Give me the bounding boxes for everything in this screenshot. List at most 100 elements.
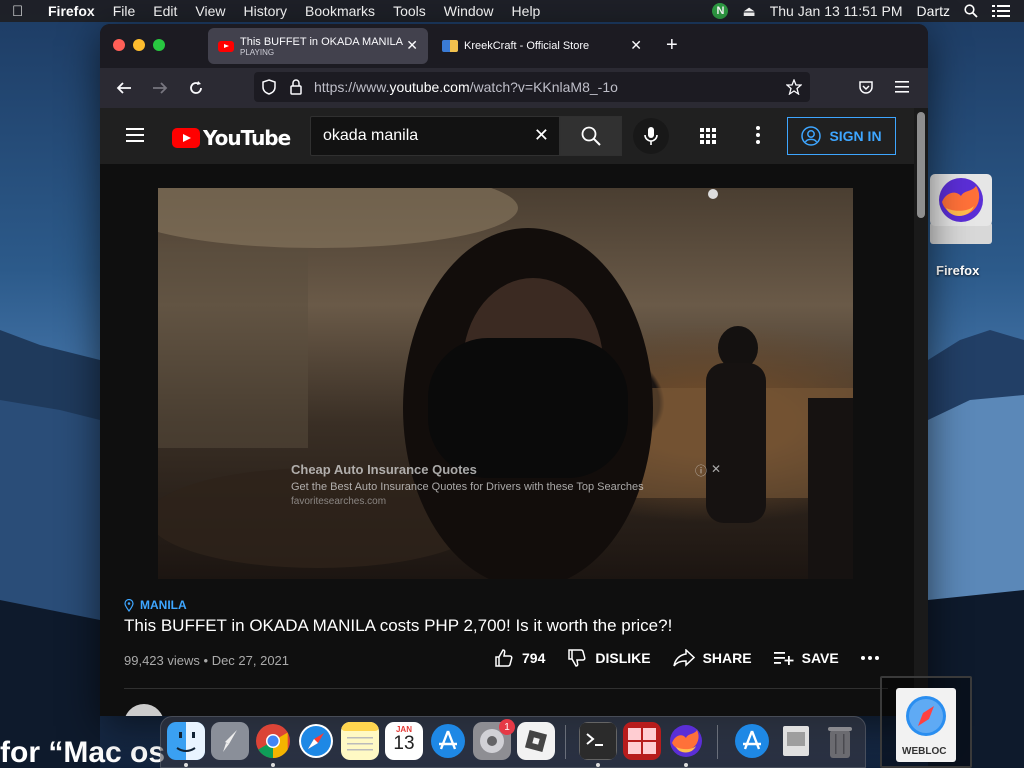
channel-avatar[interactable] xyxy=(124,704,164,716)
running-indicator xyxy=(684,763,688,767)
spotlight-search-icon[interactable] xyxy=(964,4,978,18)
menu-window[interactable]: Window xyxy=(444,3,494,19)
tab-kreekcraft-store[interactable]: KreekCraft - Official Store ✕ xyxy=(432,28,652,64)
video-actions: 794 DISLIKE SHARE SAVE xyxy=(494,648,901,668)
back-arrow-icon[interactable] xyxy=(116,80,132,96)
finder-icon[interactable] xyxy=(167,722,205,760)
video-ad-overlay[interactable]: Cheap Auto Insurance Quotes Get the Best… xyxy=(291,462,731,507)
playlist-add-icon xyxy=(773,652,794,665)
voice-search-button[interactable] xyxy=(633,118,669,154)
pocket-icon[interactable] xyxy=(858,80,874,96)
sign-in-label: SIGN IN xyxy=(829,128,882,144)
chrome-icon[interactable] xyxy=(254,722,292,760)
notes-icon[interactable] xyxy=(341,722,379,760)
app-menu-hamburger-icon[interactable] xyxy=(895,81,909,93)
menu-bookmarks[interactable]: Bookmarks xyxy=(305,3,375,19)
scrollbar-thumb[interactable] xyxy=(917,112,925,218)
address-bar[interactable]: https://www.youtube.com/watch?v=KKnlaM8_… xyxy=(254,72,810,102)
status-n-icon[interactable]: N xyxy=(712,3,729,19)
desktop-webloc-file[interactable]: WEBLOC xyxy=(880,676,972,768)
trash-icon[interactable] xyxy=(821,722,859,760)
ad-description: Get the Best Auto Insurance Quotes for D… xyxy=(291,481,644,493)
webloc-document-icon: WEBLOC xyxy=(896,688,956,762)
sign-in-button[interactable]: SIGN IN xyxy=(787,117,896,155)
dislike-button[interactable]: DISLIKE xyxy=(567,648,651,668)
bookmark-star-icon[interactable] xyxy=(786,79,802,95)
search-input[interactable]: okada manila ✕ xyxy=(310,116,560,156)
video-player[interactable]: Cheap Auto Insurance Quotes Get the Best… xyxy=(158,188,853,579)
menu-app-name[interactable]: Firefox xyxy=(48,3,95,19)
running-indicator xyxy=(184,763,188,767)
launchpad-icon[interactable] xyxy=(211,722,249,760)
app-store-icon[interactable] xyxy=(429,722,467,760)
search-icon xyxy=(581,126,601,146)
menu-history[interactable]: History xyxy=(243,3,287,19)
search-button[interactable] xyxy=(560,116,622,156)
youtube-wordmark: YouTube xyxy=(203,126,291,150)
menu-tools[interactable]: Tools xyxy=(393,3,426,19)
background-text: for “Mac os xyxy=(0,736,166,768)
ad-info-icon[interactable]: ⓘ xyxy=(695,462,707,479)
control-center-icon[interactable] xyxy=(992,4,1010,18)
roblox-icon[interactable] xyxy=(517,722,555,760)
dislike-label: DISLIKE xyxy=(595,650,651,666)
reload-icon[interactable] xyxy=(188,80,204,96)
apple-menu-icon[interactable]:  xyxy=(12,3,30,20)
safari-icon[interactable] xyxy=(297,722,335,760)
downloads-stack-icon[interactable] xyxy=(777,722,815,760)
location-pin-icon xyxy=(124,598,134,612)
view-count: 99,423 views xyxy=(124,653,200,668)
tab-close-icon[interactable]: ✕ xyxy=(630,37,642,54)
page-scrollbar[interactable] xyxy=(914,108,928,716)
ad-url: favoritesearches.com xyxy=(291,496,387,507)
video-location[interactable]: MANILA xyxy=(124,598,187,612)
firefox-dock-icon[interactable] xyxy=(667,722,705,760)
window-close-button[interactable] xyxy=(113,39,125,51)
youtube-apps-grid-icon[interactable] xyxy=(700,128,716,144)
terminal-icon[interactable] xyxy=(579,722,617,760)
tab-close-icon[interactable]: ✕ xyxy=(406,37,418,54)
lock-icon[interactable] xyxy=(290,79,302,95)
photo-booth-icon[interactable] xyxy=(623,722,661,760)
menu-view[interactable]: View xyxy=(195,3,225,19)
youtube-page: YouTube okada manila ✕ SIGN IN Cheap Aut… xyxy=(100,108,928,716)
window-minimize-button[interactable] xyxy=(133,39,145,51)
tab-youtube-video[interactable]: This BUFFET in OKADA MANILA PLAYING ✕ xyxy=(208,28,428,64)
clear-search-icon[interactable]: ✕ xyxy=(534,125,549,146)
menu-help[interactable]: Help xyxy=(512,3,541,19)
calendar-day: 13 xyxy=(393,733,415,754)
navigation-toolbar: https://www.youtube.com/watch?v=KKnlaM8_… xyxy=(100,68,928,108)
app-store-downloads-icon[interactable] xyxy=(733,722,771,760)
calendar-icon[interactable]: JAN 13 xyxy=(385,722,423,760)
macos-menu-bar:  Firefox File Edit View History Bookmar… xyxy=(0,0,1024,22)
guide-menu-icon[interactable] xyxy=(126,128,144,142)
menu-clock[interactable]: Thu Jan 13 11:51 PM xyxy=(770,3,903,19)
url-prefix: https://www. xyxy=(314,79,390,95)
url-text: https://www.youtube.com/watch?v=KKnlaM8_… xyxy=(314,79,618,95)
youtube-play-logo-icon xyxy=(172,128,200,148)
location-label: MANILA xyxy=(140,598,187,612)
menu-user[interactable]: Dartz xyxy=(917,3,950,19)
eject-icon[interactable]: ⏏ xyxy=(742,3,755,20)
settings-more-icon[interactable] xyxy=(756,126,760,146)
running-indicator xyxy=(271,763,275,767)
save-button[interactable]: SAVE xyxy=(773,650,839,666)
like-button[interactable]: 794 xyxy=(494,648,545,668)
menu-edit[interactable]: Edit xyxy=(153,3,177,19)
window-zoom-button[interactable] xyxy=(153,39,165,51)
new-tab-plus-icon[interactable]: + xyxy=(666,34,678,57)
ad-close-icon[interactable]: ✕ xyxy=(711,462,721,476)
share-button[interactable]: SHARE xyxy=(672,649,752,667)
desktop-firefox-icon[interactable] xyxy=(928,172,994,250)
tracking-shield-icon[interactable] xyxy=(262,79,276,95)
notification-badge: 1 xyxy=(499,719,515,735)
youtube-logo[interactable]: YouTube xyxy=(172,126,291,150)
forward-arrow-icon[interactable] xyxy=(152,80,168,96)
url-host: youtube.com xyxy=(389,79,470,95)
thumbs-up-icon xyxy=(495,649,513,667)
more-actions-button[interactable] xyxy=(860,656,879,660)
menu-file[interactable]: File xyxy=(113,3,136,19)
user-avatar-icon xyxy=(801,126,822,146)
firefox-window: This BUFFET in OKADA MANILA PLAYING ✕ Kr… xyxy=(100,24,928,716)
search-input-value: okada manila xyxy=(323,127,419,144)
